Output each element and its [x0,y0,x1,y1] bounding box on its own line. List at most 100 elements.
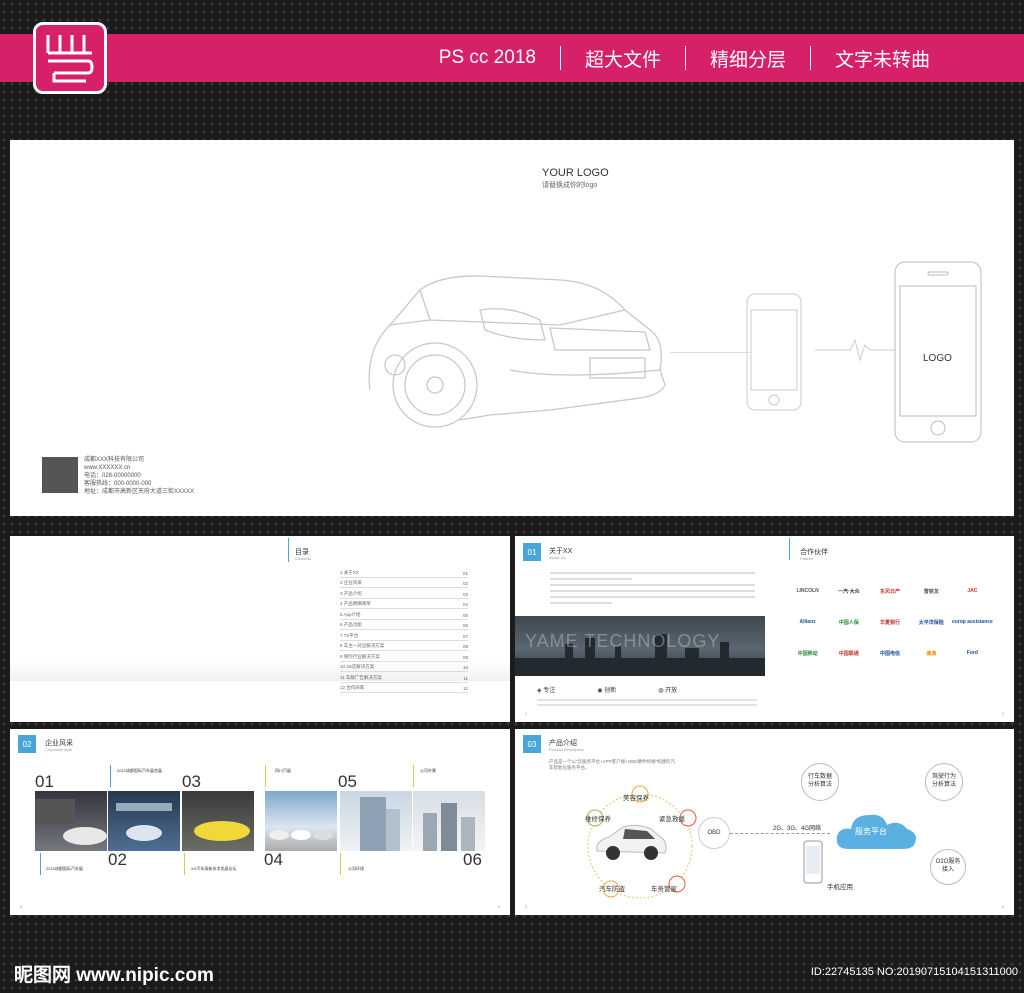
toc-row[interactable]: 7 TS平台 07 [340,630,468,641]
partner-logo: europ assistance [951,619,993,625]
style-num-1: 01 [35,772,54,791]
toc-row-label: 4 产品明细清单 [340,601,371,606]
node-behavior-label: 驾驶行为分析算法 [931,774,956,788]
value-open: ◍ 开放 [658,688,678,694]
style-section-number: 02 [18,735,36,753]
about-page-right: 2 [1001,711,1004,716]
watermark-id: ID:22745135 NO:20190715104151311000 [810,966,1018,978]
ring-label-antitheft: 汽车防盗 [599,886,625,893]
partner-logo: 雪铁龙 [923,589,939,595]
about-subtitle: About XX [549,555,566,560]
style-num-5: 05 [338,772,357,791]
feature-layers: 精细分层 [709,49,786,71]
toc-row-label: 10 4S店解决方案 [340,664,375,669]
about-page: 01 关于XX About XX YAME TECHNOLOGY ◈ 专注 ◉ … [515,536,1014,722]
pulse-line-icon [815,338,895,362]
small-phone-icon [746,293,802,411]
node-driving-data-label: 行车数据分析算法 [807,774,832,788]
toc-subtitle: Contents [295,556,312,561]
phone-logo-text: LOGO [923,353,952,364]
toc-row-page: 12 [462,686,468,691]
partners-grid: LINCOLN 一汽·大众 东风日产 雪铁龙 JAC Allianz 中国人保 华夏银行 太平洋… [787,588,993,657]
style-num-2: 02 [108,850,127,869]
toc-row[interactable]: 5 App介绍 05 [340,609,468,620]
partner-logo: 中国联通 [838,651,859,657]
toc-row-page: 02 [462,581,468,586]
caption-1: 2012成都国际汽车展览展 [117,768,162,773]
toc-row[interactable]: 9 保险行业解决方案 09 [340,651,468,662]
toc-row-page: 08 [462,644,468,649]
car-outline-icon [368,275,666,428]
toc-row-label: 2 企业风采 [340,580,362,585]
partner-logo: Ford [966,650,978,656]
caption-3: XX汽车高新技术发展论坛 [191,866,237,871]
toc-row-page: 10 [462,665,468,670]
toc-row[interactable]: 12 合作商家 12 [340,683,468,693]
product-section-number: 03 [523,735,541,753]
header-features: PS cc 2018 超大文件 精细分层 文字未转曲 [415,34,954,82]
toc-row-page: 07 [462,633,468,639]
toc-row-label: 12 合作商家 [340,685,365,690]
cover-page: YOUR LOGO 请替换成你的logo LOGO 成都XXX科技有限公司 ww [10,140,1014,516]
caption-6: 公司环境 [348,866,364,871]
toc-row-page: 03 [462,591,468,597]
toc-row-page: 04 [462,602,468,607]
brand-logo [33,22,107,94]
ring-label-beauty: 美容保养 [623,795,649,802]
toc-row[interactable]: 3 产品介绍 03 [340,588,468,599]
watermark-site: 昵图网 www.nipic.com [14,965,214,986]
toc-row[interactable]: 11 车联广告解决方案 11 [340,672,468,683]
style-page: 02 企业风采 Corporate style 01 02 03 04 05 0… [10,729,510,915]
company-site: www.XXXXXX.cn [84,465,131,471]
node-o2o-label: O2O服务接入 [935,859,961,873]
connector-line [670,352,750,353]
partner-logo: 中国移动 [797,651,818,657]
photo-company-environment [413,791,485,851]
about-page-left: 1 [525,711,528,716]
partner-logo: 滴滴 [926,651,937,657]
style-num-6: 06 [463,850,482,869]
product-subtitle: Product Description [549,747,584,752]
toc-row[interactable]: 2 企业风采 02 [340,578,468,588]
partner-logo: 中国电信 [879,651,900,657]
style-num-3: 03 [182,772,201,791]
photo-car-fair [265,791,337,851]
company-info: 成都XXX科技有限公司 www.XXXXXX.cn 电话：028-0000000… [84,456,194,496]
partner-logo: 华夏银行 [879,620,900,626]
photo-auto-show-1 [35,791,107,851]
company-hotline: 客服热线：000-0000-000 [84,481,152,487]
toc-row[interactable]: 1 关于XX 01 [340,567,468,578]
network-line [730,833,830,834]
white-car-icon [596,824,667,860]
toc-row[interactable]: 10 4S店解决方案 10 [340,662,468,672]
toc-row-page: 11 [463,675,468,681]
toc-row-page: 09 [462,654,468,660]
service-platform-label: 服务平台 [855,827,887,836]
company-name: 成都XXX科技有限公司 [84,457,145,463]
toc-row-page: 06 [462,623,468,628]
product-intro: 产品是一个以“云服务平台+APP客户端+OBD硬件终端”构建的汽车智能化服务平台… [549,759,676,770]
caption-4: 四川汽展 [275,768,291,773]
company-qr-placeholder [42,457,78,493]
mobile-app-icon [803,840,823,884]
feature-ps: PS cc 2018 [438,47,536,68]
product-page: 03 产品介绍 Product Description 产品是一个以“云服务平台… [515,729,1014,915]
toc-row[interactable]: 4 产品明细清单 04 [340,599,468,609]
toc-page: 目录 Contents 1 关于XX 01 2 企业风采 02 3 产品介绍 03 4 产品… [10,536,510,722]
value-innovation: ◉ 创新 [597,688,617,694]
obd-node: OBD [698,817,730,849]
toc-row[interactable]: 8 车主一对应解决方案 08 [340,641,468,651]
toc-row-label: 6 产品功能 [340,622,362,627]
about-banner-text: YAME TECHNOLOGY [525,631,721,651]
style-num-4: 04 [264,850,283,869]
toc-row-label: 5 App介绍 [340,611,361,617]
style-subtitle: Corporate style [45,747,73,752]
network-label: 2G、3G、4G网络 [773,826,822,832]
about-values: ◈ 专注 ◉ 创新 ◍ 开放 [537,685,677,694]
company-address: 地址：成都市高新区天府大道三街XXXXX [84,489,195,495]
company-phone: 电话：028-00000000 [84,473,141,479]
caption-5: 公司外景 [420,768,436,773]
toc-row[interactable]: 6 产品功能 06 [340,620,468,630]
partner-logo: LINCOLN [796,588,819,594]
product-page-left: 5 [525,904,528,909]
